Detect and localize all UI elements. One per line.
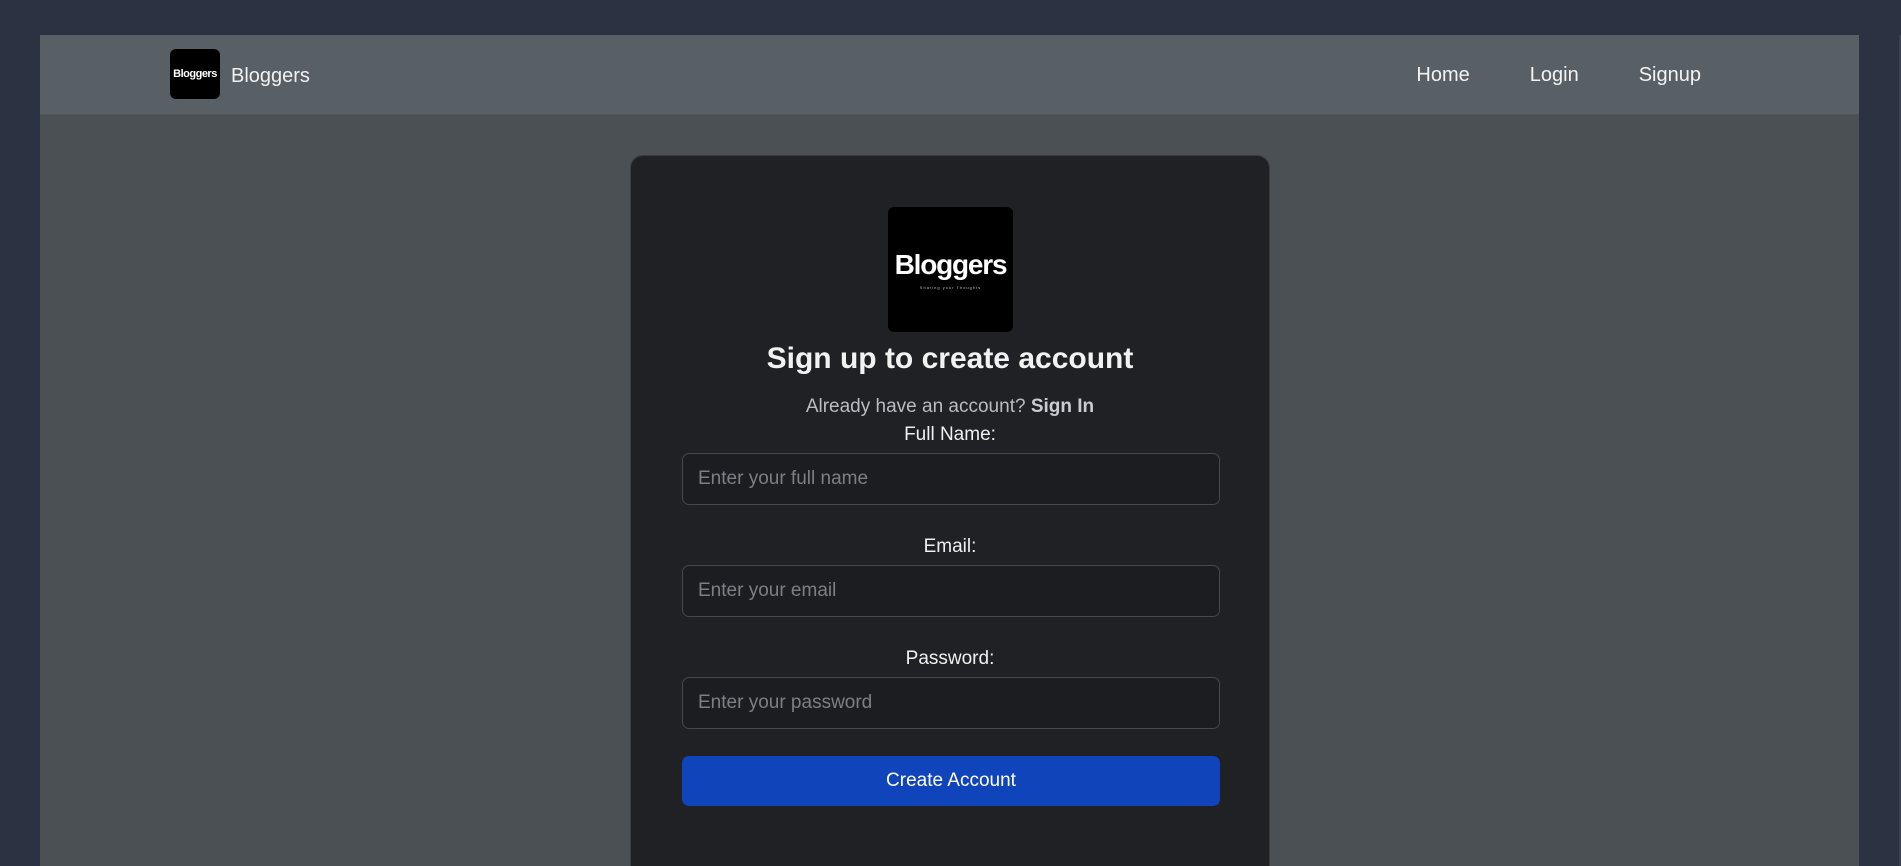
nav-link-login[interactable]: Login <box>1530 64 1579 87</box>
card-logo-text: Bloggers <box>894 249 1008 280</box>
email-label: Email: <box>923 536 977 557</box>
create-account-button[interactable]: Create Account <box>682 756 1220 806</box>
card-logo: Bloggers Sharing your Thoughts <box>888 207 1013 332</box>
signin-prompt-text: Already have an account? <box>805 396 1026 417</box>
nav-link-signup[interactable]: Signup <box>1639 64 1701 87</box>
full-name-input[interactable] <box>682 453 1220 505</box>
brand-logo: Bloggers <box>170 49 220 99</box>
brand-link[interactable]: Bloggers Bloggers <box>170 49 310 99</box>
brand-name: Bloggers <box>231 64 310 87</box>
page-title: Sign up to create account <box>766 342 1134 375</box>
full-name-label: Full Name: <box>904 424 996 445</box>
signin-prompt: Already have an account? Sign In <box>631 396 1269 418</box>
navbar: Bloggers Bloggers Home Login Signup <box>40 35 1859 115</box>
password-label: Password: <box>905 648 995 669</box>
page-frame: Bloggers Bloggers Home Login Signup Blog… <box>40 35 1859 866</box>
email-input[interactable] <box>682 565 1220 617</box>
nav-link-home[interactable]: Home <box>1416 64 1469 87</box>
card-logo-tagline: Sharing your Thoughts <box>919 285 982 290</box>
signin-link[interactable]: Sign In <box>1031 396 1094 417</box>
nav-links: Home Login Signup <box>1416 35 1701 115</box>
password-input[interactable] <box>682 677 1220 729</box>
signup-card: Bloggers Sharing your Thoughts Sign up t… <box>630 155 1270 866</box>
brand-logo-text: Bloggers <box>173 68 217 80</box>
